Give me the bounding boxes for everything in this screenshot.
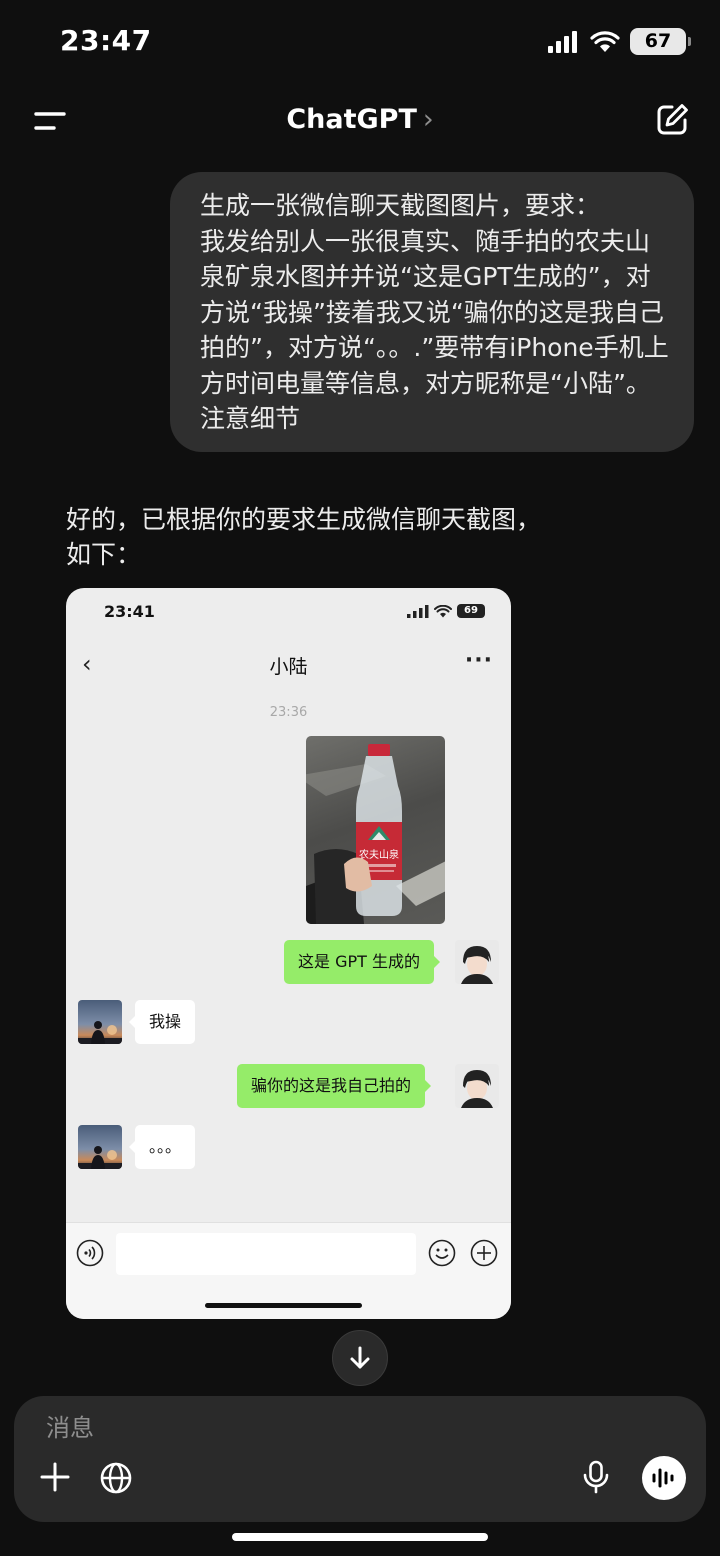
model-selector[interactable]: ChatGPT › <box>0 104 720 135</box>
nav-title: ChatGPT <box>286 104 417 135</box>
image-voice-icon <box>76 1239 104 1267</box>
nav-bar: ChatGPT › <box>0 92 720 152</box>
wifi-icon <box>590 30 620 52</box>
status-bar: 23:47 67 <box>0 0 720 84</box>
image-status-time: 23:41 <box>104 602 155 621</box>
voice-mode-icon <box>652 1468 674 1488</box>
image-message-them: 我操 <box>128 1000 196 1044</box>
image-message-me: 骗你的这是我自己拍的 <box>237 1064 432 1108</box>
image-input-bar <box>66 1222 511 1319</box>
image-wifi-icon <box>434 604 452 617</box>
new-chat-icon[interactable] <box>654 102 690 138</box>
signal-icon <box>548 30 577 53</box>
image-message-them: 。。。 <box>128 1125 196 1169</box>
status-time: 23:47 <box>60 24 152 57</box>
message-input[interactable] <box>46 1414 446 1442</box>
image-message-me: 这是 GPT 生成的 <box>284 940 440 984</box>
image-home-indicator <box>205 1303 362 1308</box>
scroll-down-button[interactable] <box>332 1330 388 1386</box>
image-battery-icon: 69 <box>457 604 485 618</box>
image-emoji-icon <box>428 1239 456 1267</box>
arrow-down-icon <box>350 1346 370 1369</box>
image-signal-icon <box>407 604 429 618</box>
image-avatar-xiaolu <box>78 1125 122 1169</box>
globe-icon[interactable] <box>100 1462 132 1494</box>
image-avatar-me <box>455 1064 499 1108</box>
user-message-bubble: 生成一张微信聊天截图图片，要求： 我发给别人一张很真实、随手拍的农夫山泉矿泉水图… <box>170 172 694 452</box>
chevron-right-icon: › <box>422 104 434 135</box>
home-indicator <box>232 1533 488 1541</box>
plus-icon[interactable] <box>40 1462 70 1492</box>
image-avatar-me <box>455 940 499 984</box>
image-avatar-xiaolu <box>78 1000 122 1044</box>
assistant-message: 好的，已根据你的要求生成微信聊天截图， 如下： <box>66 505 542 569</box>
image-text-field <box>116 1233 416 1275</box>
battery-icon: 67 <box>630 28 691 55</box>
voice-mode-button[interactable] <box>642 1456 686 1500</box>
microphone-icon[interactable] <box>582 1460 610 1494</box>
bottle-label: 农夫山泉 <box>359 848 399 861</box>
water-bottle-photo: 农夫山泉 <box>306 736 445 924</box>
image-plus-icon <box>470 1239 498 1267</box>
image-status-icons: 69 <box>407 604 485 618</box>
generated-image[interactable]: 23:41 69 ‹ 小陆 ··· 23:36 农夫山泉 这是 GPT 生成的 … <box>66 588 511 1319</box>
image-timestamp: 23:36 <box>269 705 308 720</box>
image-more-icon: ··· <box>464 648 493 673</box>
status-icons: 67 <box>548 28 691 55</box>
image-contact-name: 小陆 <box>269 656 308 678</box>
composer <box>14 1396 706 1522</box>
